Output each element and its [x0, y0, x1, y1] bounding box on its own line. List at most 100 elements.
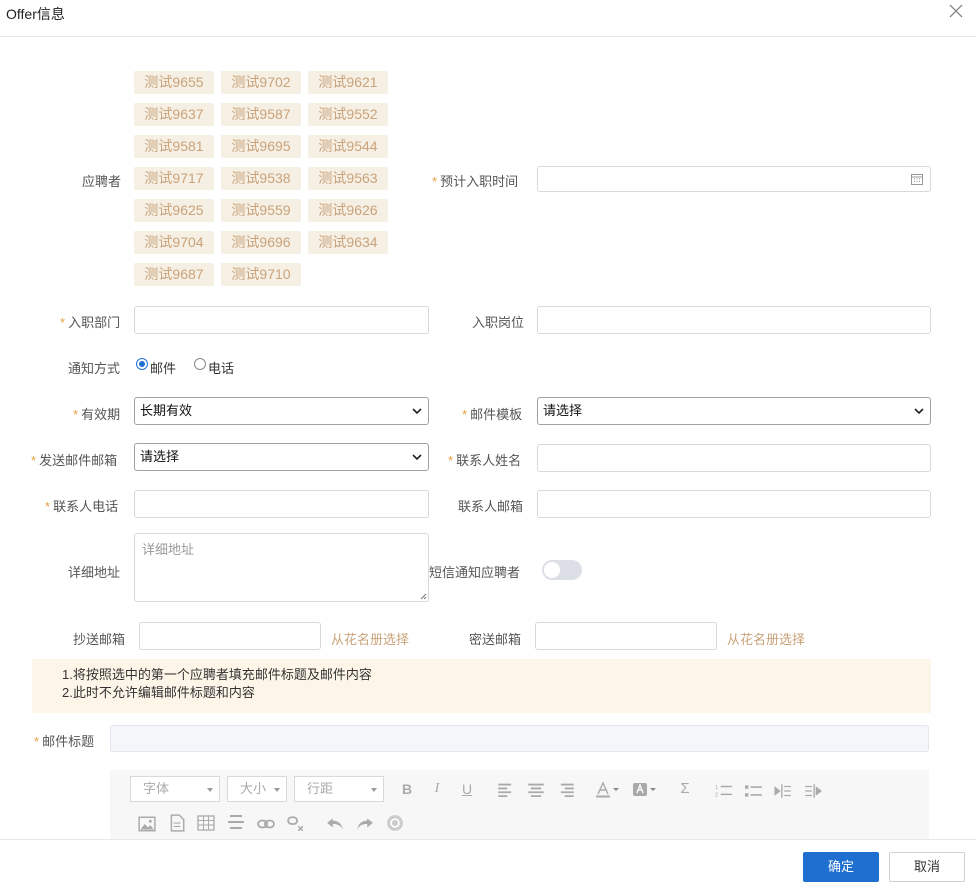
bcc-roster-link[interactable]: 从花名册选择: [727, 629, 805, 648]
cc-label: 抄送邮箱: [73, 632, 126, 647]
radio-email[interactable]: [136, 358, 148, 370]
font-size-label: 大小: [240, 781, 267, 796]
italic-icon[interactable]: I: [428, 780, 446, 798]
contact-email-label: 联系人邮箱: [458, 499, 524, 514]
applicant-tag[interactable]: 测试9587: [221, 103, 301, 126]
mail-template-label: * 邮件模板: [462, 407, 523, 422]
applicant-tag[interactable]: 测试9563: [308, 167, 388, 190]
chevron-down-icon: [914, 408, 924, 415]
notice-box: 1.将按照选中的第一个应聘者填充邮件标题及邮件内容 2.此时不允许编辑邮件标题和…: [32, 659, 931, 713]
preview-icon[interactable]: [386, 814, 404, 832]
sms-notify-toggle[interactable]: [542, 560, 582, 580]
resize-handle-icon[interactable]: [419, 592, 427, 600]
font-color-icon[interactable]: [595, 781, 621, 799]
ordered-list-icon[interactable]: 12: [715, 782, 733, 800]
svg-text:2: 2: [715, 793, 718, 799]
applicant-tag[interactable]: 测试9637: [134, 103, 214, 126]
radio-email-label: 邮件: [150, 361, 177, 376]
contact-phone-input[interactable]: [134, 490, 429, 518]
confirm-button[interactable]: 确定: [803, 852, 879, 882]
department-label: * 入职部门: [60, 315, 121, 330]
applicant-tag[interactable]: 测试9621: [308, 71, 388, 94]
table-icon[interactable]: [197, 814, 215, 832]
applicant-tag[interactable]: 测试9695: [221, 135, 301, 158]
indent-icon[interactable]: [804, 782, 822, 800]
applicant-tag[interactable]: 测试9626: [308, 199, 388, 222]
contact-phone-label: * 联系人电话: [45, 499, 119, 514]
applicant-tag[interactable]: 测试9655: [134, 71, 214, 94]
expected-join-time-label: * 预计入职时间: [432, 174, 519, 189]
sms-notify-label: 短信通知应聘者: [429, 565, 521, 580]
validity-value: 长期有效: [140, 403, 193, 418]
file-icon[interactable]: [168, 814, 186, 832]
radio-phone[interactable]: [194, 358, 206, 370]
image-icon[interactable]: [138, 815, 156, 833]
unordered-list-icon[interactable]: [745, 782, 763, 800]
font-family-select[interactable]: 字体: [130, 776, 220, 802]
mail-subject-input[interactable]: [110, 725, 929, 752]
applicant-tag[interactable]: 测试9552: [308, 103, 388, 126]
applicant-tag[interactable]: 测试9710: [221, 263, 301, 286]
validity-select[interactable]: 长期有效: [134, 397, 429, 425]
applicant-tag[interactable]: 测试9687: [134, 263, 214, 286]
address-label: 详细地址: [68, 565, 121, 580]
bcc-label: 密送邮箱: [469, 632, 522, 647]
applicant-tag[interactable]: 测试9702: [221, 71, 301, 94]
line-height-select[interactable]: 行距: [294, 776, 384, 802]
dialog-title: Offer信息: [6, 6, 65, 22]
offer-dialog: Offer信息 应聘者 测试9655 测试9702 测试9621 测试9637 测试95…: [0, 0, 976, 890]
caret-down-icon: [207, 788, 213, 792]
background-color-icon[interactable]: [632, 781, 658, 799]
applicant-tag[interactable]: 测试9538: [221, 167, 301, 190]
bold-icon[interactable]: B: [398, 780, 416, 798]
cc-input[interactable]: [139, 622, 321, 650]
font-family-label: 字体: [143, 781, 170, 796]
chevron-down-icon: [412, 408, 422, 415]
notice-line: 1.将按照选中的第一个应聘者填充邮件标题及邮件内容: [62, 667, 372, 682]
dialog-footer: 确定 取消: [0, 839, 976, 890]
svg-text:1: 1: [715, 785, 718, 791]
notify-method-label: 通知方式: [68, 361, 121, 376]
bcc-input[interactable]: [535, 622, 717, 650]
mail-template-select[interactable]: 请选择: [537, 397, 931, 425]
applicant-tag[interactable]: 测试9717: [134, 167, 214, 190]
cc-roster-link[interactable]: 从花名册选择: [331, 629, 409, 648]
align-left-icon[interactable]: [497, 782, 515, 800]
outdent-icon[interactable]: [774, 782, 792, 800]
redo-icon[interactable]: [356, 815, 374, 833]
applicant-tag[interactable]: 测试9544: [308, 135, 388, 158]
align-right-icon[interactable]: [557, 782, 575, 800]
horizontal-rule-icon[interactable]: [227, 813, 245, 831]
applicant-tag[interactable]: 测试9704: [134, 231, 214, 254]
applicant-tag[interactable]: 测试9581: [134, 135, 214, 158]
rich-text-toolbar: 字体 大小 行距 B I U Σ 12: [110, 770, 929, 842]
applicant-tag[interactable]: 测试9625: [134, 199, 214, 222]
close-icon[interactable]: [949, 4, 963, 18]
underline-icon[interactable]: U: [458, 780, 476, 798]
link-icon[interactable]: [257, 815, 275, 833]
caret-down-icon: [371, 788, 377, 792]
chevron-down-icon: [412, 454, 422, 461]
caret-down-icon: [274, 788, 280, 792]
contact-email-input[interactable]: [537, 490, 931, 518]
applicants-label: 应聘者: [82, 174, 122, 189]
font-size-select[interactable]: 大小: [227, 776, 287, 802]
align-center-icon[interactable]: [527, 782, 545, 800]
department-input[interactable]: [134, 306, 429, 334]
sender-mailbox-select[interactable]: 请选择: [134, 443, 429, 471]
calendar-icon: [911, 174, 923, 185]
position-input[interactable]: [537, 306, 931, 334]
dialog-header: Offer信息: [0, 0, 976, 37]
applicant-tag[interactable]: 测试9559: [221, 199, 301, 222]
unlink-icon[interactable]: [287, 815, 305, 833]
contact-name-input[interactable]: [537, 444, 931, 472]
applicant-tag[interactable]: 测试9696: [221, 231, 301, 254]
validity-label: * 有效期: [73, 407, 121, 422]
applicant-tag[interactable]: 测试9634: [308, 231, 388, 254]
formula-icon[interactable]: Σ: [676, 780, 694, 798]
expected-join-time-input[interactable]: [537, 166, 931, 192]
address-textarea[interactable]: 详细地址: [134, 533, 429, 602]
radio-phone-label: 电话: [208, 361, 235, 376]
undo-icon[interactable]: [326, 815, 344, 833]
cancel-button[interactable]: 取消: [889, 852, 965, 882]
